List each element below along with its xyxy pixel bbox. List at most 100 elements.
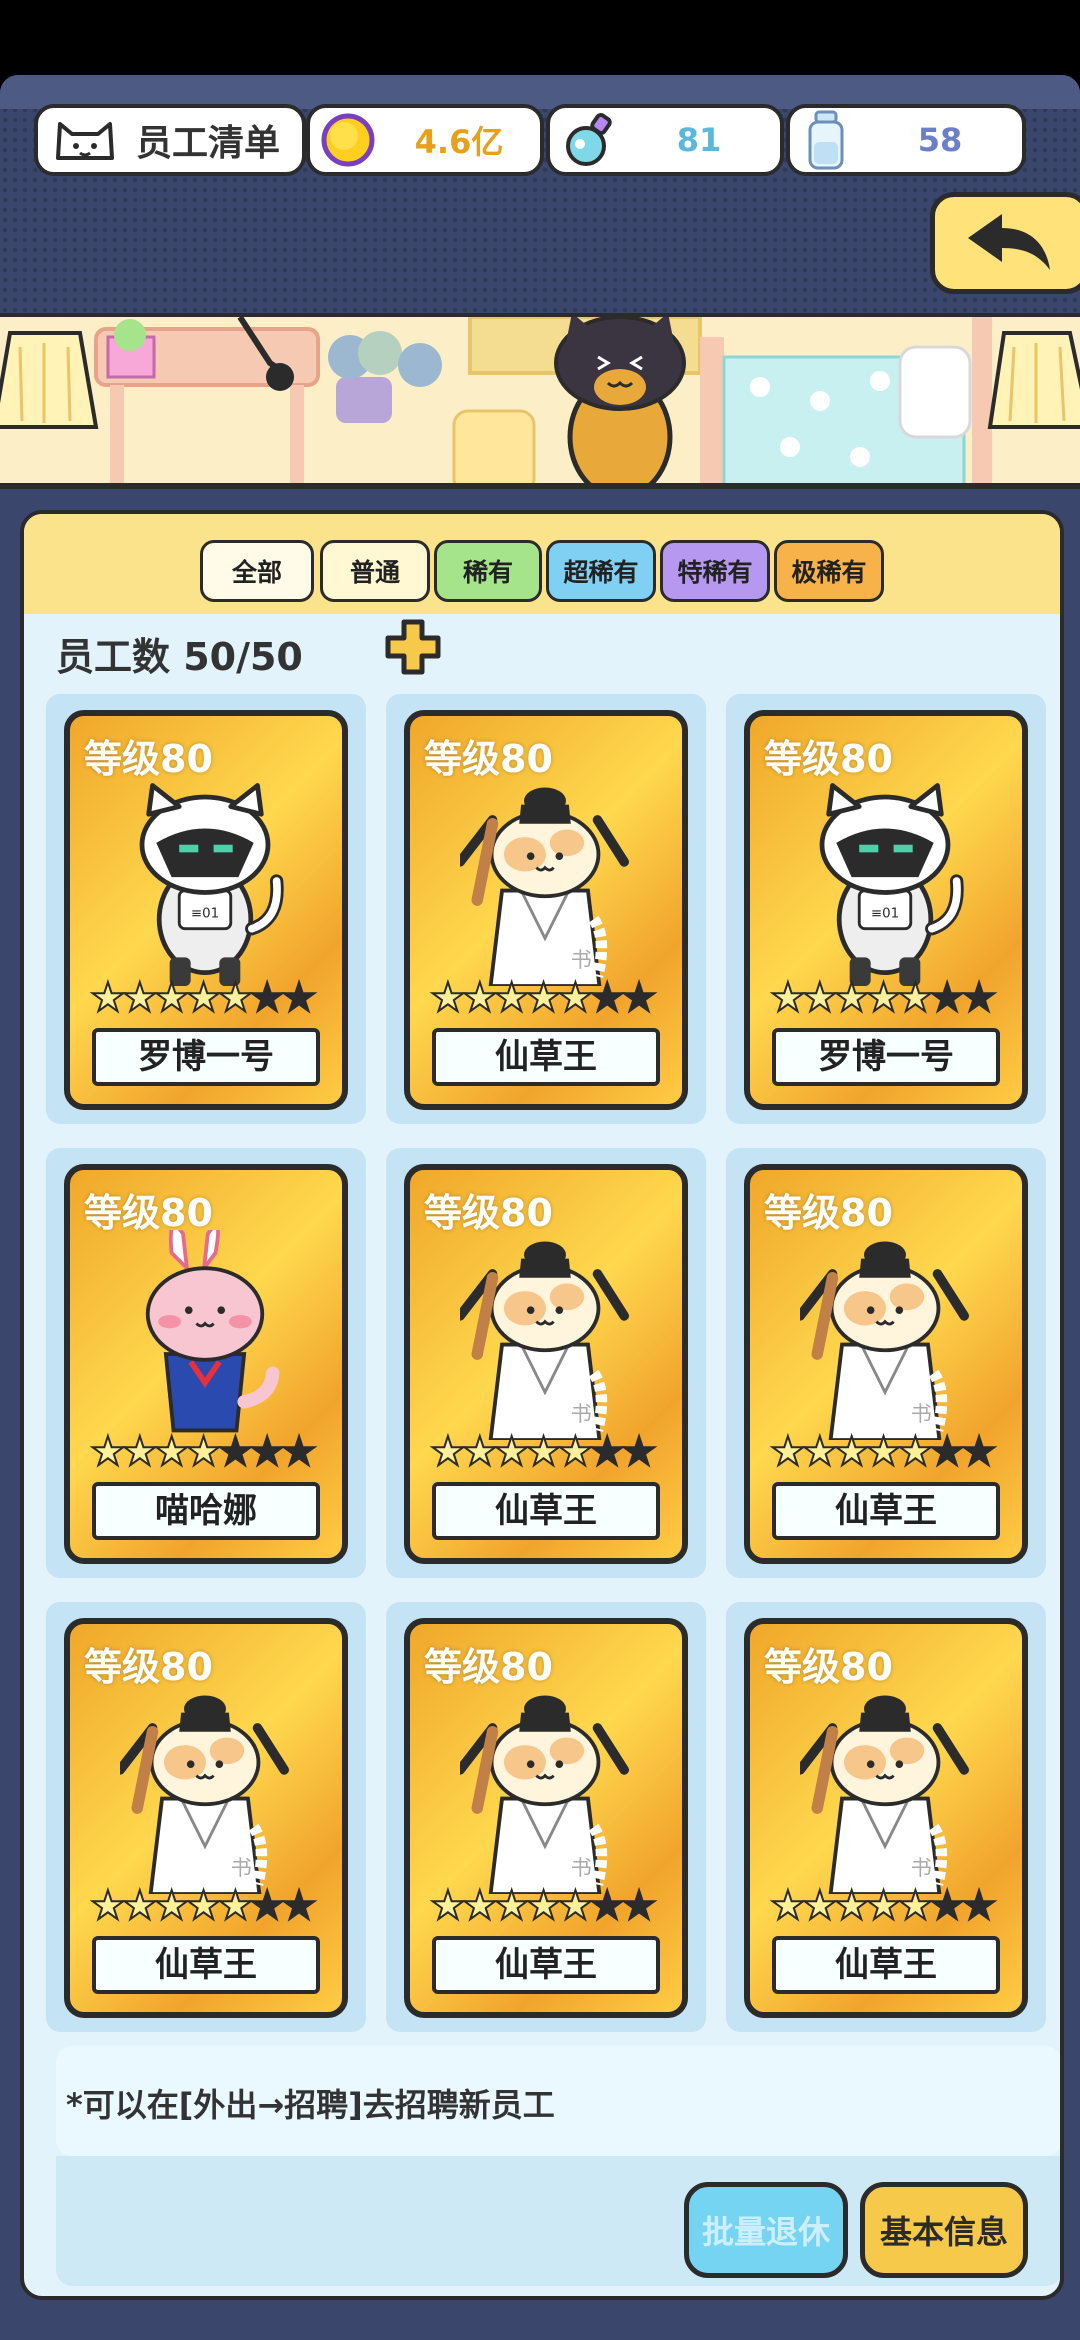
star-filled-icon: ★ — [525, 1429, 563, 1475]
tab-all[interactable]: 全部 — [200, 540, 314, 602]
star-empty-icon: ★ — [960, 1429, 998, 1475]
star-rating: ★ ★ ★ ★ ★ ★ ★ — [769, 1429, 998, 1475]
star-filled-icon: ★ — [121, 975, 159, 1021]
star-filled-icon: ★ — [429, 1429, 467, 1475]
star-filled-icon: ★ — [185, 1883, 223, 1929]
staff-name: 仙草王 — [772, 1936, 1000, 1994]
star-filled-icon: ★ — [801, 1429, 839, 1475]
staff-card[interactable]: 书 等级80 ★ ★ ★ ★ ★ ★ ★ 仙草王 — [404, 1618, 688, 2018]
staff-name: 仙草王 — [432, 1936, 660, 1994]
star-filled-icon: ★ — [89, 1883, 127, 1929]
star-filled-icon: ★ — [493, 1883, 531, 1929]
staff-card[interactable]: 书 等级80 ★ ★ ★ ★ ★ ★ ★ 仙草王 — [64, 1618, 348, 2018]
star-empty-icon: ★ — [960, 1883, 998, 1929]
milk-bottle-icon — [808, 110, 844, 170]
staff-name: 仙草王 — [432, 1482, 660, 1540]
staff-count: 员工数 50/50 — [56, 635, 303, 679]
staff-card[interactable]: ≡01 等级80 ★ ★ ★ ★ ★ ★ ★ 罗博一号 — [64, 710, 348, 1110]
star-filled-icon: ★ — [801, 1883, 839, 1929]
star-filled-icon: ★ — [865, 1883, 903, 1929]
tab-special-rare[interactable]: 特稀有 — [660, 540, 770, 602]
star-filled-icon: ★ — [153, 1429, 191, 1475]
star-filled-icon: ★ — [121, 1883, 159, 1929]
staff-level: 等级80 — [424, 1191, 553, 1235]
star-filled-icon: ★ — [216, 1883, 254, 1929]
staff-card-cell: 等级80 ★ ★ ★ ★ ★ ★ ★ 喵哈娜 — [46, 1148, 366, 1578]
batch-retire-button[interactable]: 批量退休 — [684, 2182, 848, 2278]
star-filled-icon: ★ — [525, 1883, 563, 1929]
staff-card[interactable]: 书 等级80 ★ ★ ★ ★ ★ ★ ★ 仙草王 — [404, 710, 688, 1110]
staff-level: 等级80 — [764, 1645, 893, 1689]
scholar-cat-portrait: 书 — [800, 1695, 969, 1894]
staff-card[interactable]: ≡01 等级80 ★ ★ ★ ★ ★ ★ ★ 罗博一号 — [744, 710, 1028, 1110]
scholar-cat-portrait: 书 — [460, 1241, 629, 1440]
staff-card[interactable]: 书 等级80 ★ ★ ★ ★ ★ ★ ★ 仙草王 — [404, 1164, 688, 1564]
star-empty-icon: ★ — [928, 975, 966, 1021]
back-button[interactable] — [930, 192, 1080, 294]
star-filled-icon: ★ — [865, 975, 903, 1021]
title-pill: 员工清单 — [34, 104, 306, 176]
star-empty-icon: ★ — [620, 1883, 658, 1929]
star-filled-icon: ★ — [185, 1429, 223, 1475]
bunny-cat-portrait — [145, 1230, 280, 1433]
robot-cat-portrait: ≡01 — [139, 783, 284, 986]
staff-card-cell: ≡01 等级80 ★ ★ ★ ★ ★ ★ ★ 罗博一号 — [726, 694, 1046, 1124]
star-filled-icon: ★ — [89, 1429, 127, 1475]
svg-text:书: 书 — [911, 1856, 932, 1880]
star-filled-icon: ★ — [121, 1429, 159, 1475]
add-staff-plus-icon[interactable] — [384, 618, 442, 676]
tab-common[interactable]: 普通 — [320, 540, 430, 602]
svg-text:书: 书 — [571, 1856, 592, 1880]
staff-name: 仙草王 — [432, 1028, 660, 1086]
star-filled-icon: ★ — [525, 975, 563, 1021]
star-filled-icon: ★ — [493, 975, 531, 1021]
staff-card-cell: 书 等级80 ★ ★ ★ ★ ★ ★ ★ 仙草王 — [726, 1148, 1046, 1578]
tab-ultra-rare[interactable]: 极稀有 — [774, 540, 884, 602]
star-filled-icon: ★ — [556, 1883, 594, 1929]
potion-flask-icon — [566, 113, 612, 166]
tab-rare[interactable]: 稀有 — [434, 540, 542, 602]
staff-card-cell: 书 等级80 ★ ★ ★ ★ ★ ★ ★ 仙草王 — [386, 1602, 706, 2032]
back-arrow-icon — [968, 214, 1050, 270]
staff-level: 等级80 — [764, 1191, 893, 1235]
star-filled-icon: ★ — [833, 975, 871, 1021]
star-rating: ★ ★ ★ ★ ★ ★ ★ — [429, 1429, 658, 1475]
star-filled-icon: ★ — [429, 1883, 467, 1929]
hint-box: *可以在[外出→招聘]去招聘新员工 — [56, 2046, 1060, 2156]
staff-card[interactable]: 书 等级80 ★ ★ ★ ★ ★ ★ ★ 仙草王 — [744, 1618, 1028, 2018]
staff-card[interactable]: 等级80 ★ ★ ★ ★ ★ ★ ★ 喵哈娜 — [64, 1164, 348, 1564]
bottle-pill: 58 — [786, 104, 1026, 176]
star-empty-icon: ★ — [620, 1429, 658, 1475]
star-empty-icon: ★ — [280, 1429, 318, 1475]
scholar-cat-portrait: 书 — [460, 787, 629, 986]
coin-icon — [321, 113, 375, 167]
staff-level: 等级80 — [84, 1645, 213, 1689]
star-filled-icon: ★ — [865, 1429, 903, 1475]
staff-card-cell: 书 等级80 ★ ★ ★ ★ ★ ★ ★ 仙草王 — [726, 1602, 1046, 2032]
basic-info-button[interactable]: 基本信息 — [860, 2182, 1028, 2278]
staff-card[interactable]: 书 等级80 ★ ★ ★ ★ ★ ★ ★ 仙草王 — [744, 1164, 1028, 1564]
staff-name: 喵哈娜 — [92, 1482, 320, 1540]
scholar-cat-portrait: 书 — [120, 1695, 289, 1894]
star-empty-icon: ★ — [928, 1883, 966, 1929]
status-bar — [0, 0, 1080, 75]
star-filled-icon: ★ — [896, 1883, 934, 1929]
star-filled-icon: ★ — [769, 975, 807, 1021]
potion-pill: 81 — [546, 104, 784, 176]
star-empty-icon: ★ — [588, 975, 626, 1021]
star-filled-icon: ★ — [769, 1429, 807, 1475]
scholar-cat-portrait: 书 — [460, 1695, 629, 1894]
star-empty-icon: ★ — [960, 975, 998, 1021]
bottle-value: 58 — [917, 121, 963, 159]
star-rating: ★ ★ ★ ★ ★ ★ ★ — [769, 1883, 998, 1929]
star-filled-icon: ★ — [556, 975, 594, 1021]
svg-text:书: 书 — [911, 1402, 932, 1426]
star-empty-icon: ★ — [248, 975, 286, 1021]
star-empty-icon: ★ — [280, 1883, 318, 1929]
star-filled-icon: ★ — [833, 1883, 871, 1929]
coin-pill: 4.6亿 — [306, 104, 544, 176]
tab-super-rare[interactable]: 超稀有 — [546, 540, 656, 602]
star-filled-icon: ★ — [429, 975, 467, 1021]
star-filled-icon: ★ — [153, 1883, 191, 1929]
star-empty-icon: ★ — [620, 975, 658, 1021]
